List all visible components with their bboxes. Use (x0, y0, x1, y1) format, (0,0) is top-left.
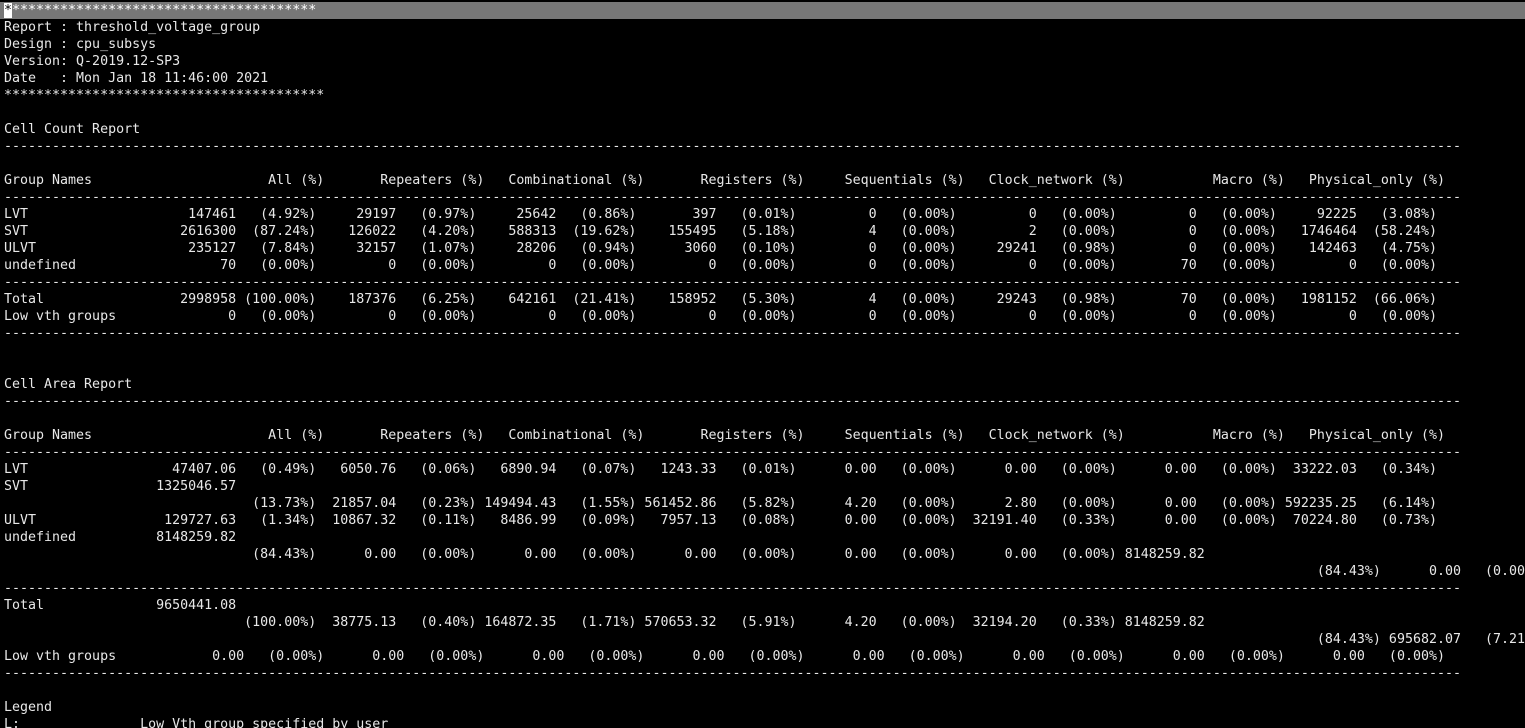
terminal-line: undefined 70 (0.00%) 0 (0.00%) 0 (0.00%)… (4, 258, 1437, 273)
terminal-line: Total 2998958 (100.00%) 187376 (6.25%) 6… (4, 292, 1437, 307)
terminal-line: Report : threshold_voltage_group (4, 20, 261, 35)
terminal-line: ----------------------------------------… (4, 394, 1461, 409)
terminal-line: SVT 2616300 (87.24%) 126022 (4.20%) 5883… (4, 224, 1437, 239)
terminal-line: Low vth groups 0.00 (0.00%) 0.00 (0.00%)… (4, 649, 1445, 664)
terminal-window[interactable]: *************************************** … (0, 0, 1525, 728)
banner-stars: ************************************** (12, 3, 317, 18)
report-banner-top: *************************************** (4, 2, 1525, 19)
terminal-line: ----------------------------------------… (4, 190, 1461, 205)
terminal-line: (100.00%) 38775.13 (0.40%) 164872.35 (1.… (4, 615, 1205, 630)
terminal-line: ----------------------------------------… (4, 139, 1461, 154)
terminal-line: Group Names All (%) Repeaters (%) Combin… (4, 428, 1445, 443)
terminal-cursor: * (4, 3, 13, 18)
terminal-line: Legend (4, 700, 53, 715)
terminal-line: Cell Area Report (4, 377, 133, 392)
terminal-line: Total 9650441.08 (4, 598, 237, 613)
terminal-line: ----------------------------------------… (4, 666, 1461, 681)
terminal-line: ----------------------------------------… (4, 581, 1461, 596)
terminal-line: LVT 147461 (4.92%) 29197 (0.97%) 25642 (… (4, 207, 1437, 222)
terminal-line: (13.73%) 21857.04 (0.23%) 149494.43 (1.5… (4, 496, 1437, 511)
terminal-line: (84.43%) 0.00 (0.00%) 0.00 (0.00%) 0.00 … (4, 547, 1205, 562)
terminal-line: (84.43%) 0.00 (0.00%) (4, 564, 1525, 579)
terminal-line: **************************************** (4, 88, 325, 103)
terminal-line: ----------------------------------------… (4, 326, 1461, 341)
terminal-line: ----------------------------------------… (4, 445, 1461, 460)
terminal-line: Version: Q-2019.12-SP3 (4, 54, 181, 69)
terminal-line: undefined 8148259.82 (4, 530, 237, 545)
terminal-line: (84.43%) 695682.07 (7.21%) (4, 632, 1525, 647)
terminal-line: Design : cpu_subsys (4, 37, 157, 52)
terminal-line: Cell Count Report (4, 122, 141, 137)
terminal-line: SVT 1325046.57 (4, 479, 237, 494)
terminal-line: ULVT 129727.63 (1.34%) 10867.32 (0.11%) … (4, 513, 1437, 528)
terminal-line: ----------------------------------------… (4, 275, 1461, 290)
terminal-line: Date : Mon Jan 18 11:46:00 2021 (4, 71, 269, 86)
terminal-line: LVT 47407.06 (0.49%) 6050.76 (0.06%) 689… (4, 462, 1437, 477)
terminal-output: *************************************** … (4, 2, 1525, 728)
terminal-line: L: Low Vth group specified by user (4, 717, 389, 728)
terminal-line: ULVT 235127 (7.84%) 32157 (1.07%) 28206 … (4, 241, 1437, 256)
terminal-line: Low vth groups 0 (0.00%) 0 (0.00%) 0 (0.… (4, 309, 1437, 324)
terminal-line: Group Names All (%) Repeaters (%) Combin… (4, 173, 1445, 188)
